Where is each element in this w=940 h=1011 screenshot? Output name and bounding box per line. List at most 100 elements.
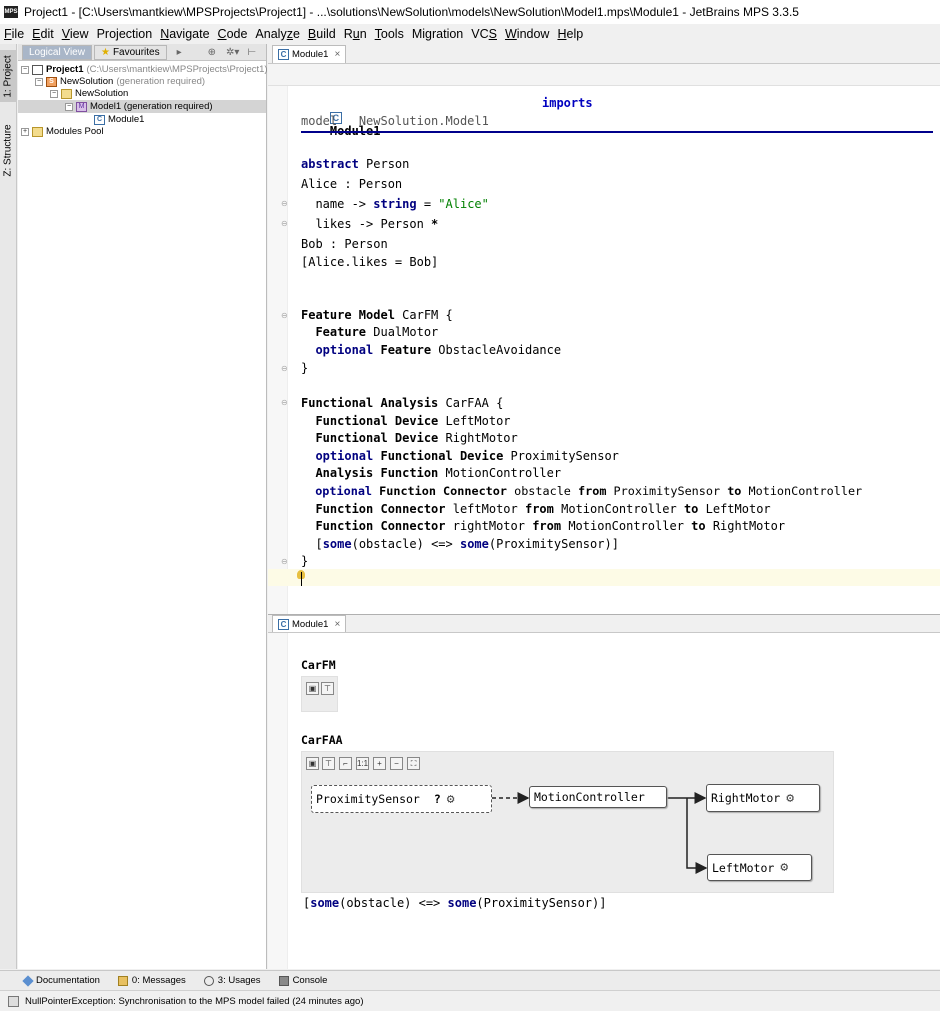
- app-icon: MPS: [4, 6, 18, 18]
- menu-item-11[interactable]: VCS: [471, 27, 497, 41]
- collapse-icon[interactable]: −: [65, 102, 73, 111]
- code-line[interactable]: Bob : Person: [301, 237, 388, 251]
- project-tool-tab[interactable]: 1: Project: [0, 50, 17, 102]
- code-line[interactable]: name -> string = "Alice": [301, 197, 488, 211]
- close-icon[interactable]: ×: [334, 619, 340, 630]
- fold-marker-icon[interactable]: ⊖: [281, 398, 288, 407]
- tree-item-modules-pool[interactable]: + Modules Pool: [21, 125, 104, 138]
- code-line[interactable]: Analysis Function MotionController: [301, 466, 561, 480]
- fold-marker-icon[interactable]: ⊖: [281, 219, 288, 228]
- close-icon[interactable]: ×: [334, 49, 340, 60]
- diagram-tool-icon[interactable]: ▣: [306, 682, 319, 695]
- carfaa-title[interactable]: CarFAA: [301, 733, 343, 747]
- code-line[interactable]: abstract Person: [301, 157, 409, 171]
- code-line[interactable]: optional Functional Device ProximitySens…: [301, 449, 618, 463]
- gear-icon[interactable]: ⚙: [447, 792, 455, 807]
- tree-item-model[interactable]: − M Model1 (generation required): [18, 100, 266, 113]
- main-editor: C Module1 × C Module1 imports model NewS…: [268, 44, 940, 614]
- code-line[interactable]: }: [301, 361, 308, 375]
- code-line[interactable]: }: [301, 554, 308, 568]
- code-line[interactable]: optional Function Connector obstacle fro…: [301, 484, 862, 498]
- node-motion-controller[interactable]: MotionController: [529, 786, 667, 808]
- constraint-line[interactable]: [some(obstacle) <=> some(ProximitySensor…: [303, 896, 606, 910]
- menu-item-3[interactable]: Projection: [97, 27, 153, 41]
- status-message[interactable]: NullPointerException: Synchronisation to…: [25, 996, 363, 1007]
- menu-item-5[interactable]: Code: [218, 27, 248, 41]
- tree-item-folder[interactable]: − NewSolution: [50, 87, 128, 100]
- menu-item-0[interactable]: File: [4, 27, 24, 41]
- fold-marker-icon[interactable]: ⊖: [281, 557, 288, 566]
- code-line[interactable]: optional Feature ObstacleAvoidance: [301, 343, 561, 357]
- code-line[interactable]: Functional Device RightMotor: [301, 431, 517, 445]
- editor-tab-module1-diagram[interactable]: C Module1 ×: [272, 615, 347, 632]
- project-panel-toolbar: Logical View ★ Favourites ▸ ⊕ ✲▾ ⊢: [18, 44, 266, 61]
- diagram-tool-icon[interactable]: ⊤: [321, 682, 334, 695]
- status-icon[interactable]: [8, 995, 19, 1007]
- menu-item-7[interactable]: Build: [308, 27, 336, 41]
- model-name[interactable]: NewSolution.Model1: [359, 114, 489, 128]
- code-line[interactable]: Alice : Person: [301, 177, 402, 191]
- fold-marker-icon[interactable]: ⊖: [281, 199, 288, 208]
- collapse-icon[interactable]: −: [35, 77, 43, 86]
- menu-item-4[interactable]: Navigate: [160, 27, 209, 41]
- imports-link[interactable]: imports: [542, 96, 593, 110]
- menu-item-10[interactable]: Migration: [412, 27, 463, 41]
- menu-item-13[interactable]: Help: [557, 27, 583, 41]
- menu-item-6[interactable]: Analyze: [255, 27, 299, 41]
- tree-item-label: Modules Pool: [46, 126, 104, 137]
- collapse-icon[interactable]: −: [50, 89, 58, 98]
- code-line[interactable]: Feature DualMotor: [301, 325, 438, 339]
- carfaa-diagram[interactable]: ▣ ⊤ ⌐ 1:1 + − ⛶ ProximitySensor ? ⚙ Moti…: [301, 751, 834, 893]
- menu-item-1[interactable]: Edit: [32, 27, 54, 41]
- node-label: LeftMotor: [712, 860, 775, 875]
- solution-icon: S: [46, 76, 57, 87]
- tool-button-label: 0: Messages: [131, 975, 186, 986]
- class-icon: C: [278, 618, 289, 630]
- gear-icon[interactable]: ⚙: [780, 860, 788, 875]
- expand-icon[interactable]: +: [21, 127, 29, 136]
- tree-item-label: Module1: [108, 114, 145, 125]
- structure-tool-tab[interactable]: Z: Structure: [0, 116, 17, 184]
- settings-icon[interactable]: ✲▾: [226, 47, 239, 58]
- code-line[interactable]: [some(obstacle) <=> some(ProximitySensor…: [301, 537, 618, 551]
- code-line[interactable]: [Alice.likes = Bob]: [301, 255, 438, 269]
- hide-panel-icon[interactable]: ⊢: [247, 47, 256, 58]
- code-line[interactable]: Function Connector rightMotor from Motio…: [301, 519, 785, 533]
- carfm-title[interactable]: CarFM: [301, 658, 336, 672]
- editor-tab-label: Module1: [292, 49, 329, 60]
- menu-item-9[interactable]: Tools: [375, 27, 404, 41]
- messages-tool-button[interactable]: 0: Messages: [117, 975, 186, 986]
- console-tool-button[interactable]: Console: [278, 975, 327, 986]
- editor-tab-bar: C Module1 ×: [268, 44, 940, 64]
- editor-gutter: [268, 633, 288, 969]
- tree-item-label: NewSolution: [75, 88, 129, 99]
- editor-tab-module1[interactable]: C Module1 ×: [272, 45, 347, 63]
- code-line[interactable]: likes -> Person *: [301, 217, 438, 231]
- node-left-motor[interactable]: LeftMotor ⚙: [707, 854, 812, 881]
- node-right-motor[interactable]: RightMotor ⚙: [706, 784, 820, 812]
- fold-marker-icon[interactable]: ⊖: [281, 364, 288, 373]
- tool-button-label: Documentation: [36, 975, 100, 986]
- code-line[interactable]: Function Connector leftMotor from Motion…: [301, 502, 770, 516]
- code-line[interactable]: Functional Device LeftMotor: [301, 414, 510, 428]
- node-label: RightMotor: [711, 791, 781, 805]
- documentation-tool-button[interactable]: Documentation: [22, 974, 100, 987]
- gear-icon[interactable]: ⚙: [786, 791, 794, 806]
- carfm-diagram[interactable]: ▣ ⊤: [301, 676, 338, 712]
- menu-item-8[interactable]: Run: [344, 27, 367, 41]
- code-line[interactable]: Feature Model CarFM {: [301, 308, 453, 322]
- node-proximity-sensor[interactable]: ProximitySensor ? ⚙: [311, 785, 492, 813]
- collapse-icon[interactable]: −: [21, 65, 29, 74]
- logical-view-tab[interactable]: Logical View: [22, 44, 92, 60]
- code-line[interactable]: Functional Analysis CarFAA {: [301, 396, 503, 410]
- model-keyword: model: [301, 114, 338, 128]
- favourites-tab[interactable]: ★ Favourites: [93, 44, 167, 60]
- menu-item-12[interactable]: Window: [505, 27, 549, 41]
- fold-marker-icon[interactable]: ⊖: [281, 311, 288, 320]
- tab-nav-icon[interactable]: ▸: [177, 47, 182, 58]
- locate-icon[interactable]: ⊕: [208, 47, 216, 58]
- tool-button-label: 3: Usages: [217, 975, 261, 986]
- menu-item-2[interactable]: View: [62, 27, 89, 41]
- usages-tool-button[interactable]: 3: Usages: [203, 975, 261, 986]
- project-tool-tab-label: 1: Project: [3, 54, 14, 98]
